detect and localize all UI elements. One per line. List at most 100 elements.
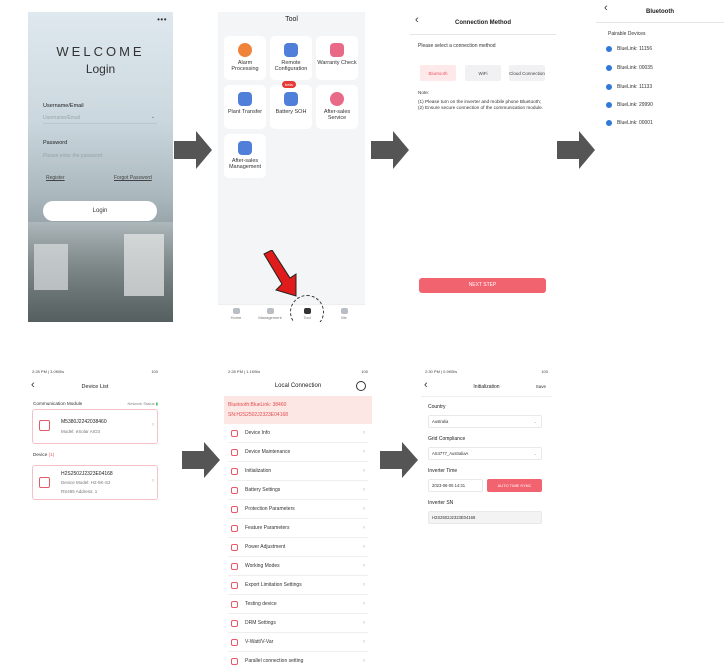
flow-arrow-4 [182, 442, 220, 478]
bluetooth-screen: ‹ Bluetooth Pairable Devices BlueLink: 1… [596, 0, 724, 160]
chevron-right-icon: › [363, 449, 365, 455]
chevron-right-icon: › [152, 422, 154, 428]
grid-compliance-select[interactable]: AS4777_AustraliaA ⌄ [428, 447, 542, 460]
menu-initialization[interactable]: Initialization › [228, 462, 368, 481]
connection-info-banner: Bluetooth:BlueLink: 38460 SN:H2S2502J232… [224, 396, 372, 424]
divider [421, 396, 552, 397]
nav-me[interactable]: Me [332, 308, 356, 320]
inverter-sn-field: H2S2502J2323E04168 [428, 511, 542, 524]
nav-management[interactable]: Management [258, 308, 282, 320]
login-button[interactable]: Login [43, 201, 157, 221]
info-icon [231, 429, 238, 437]
tile-label: After-sales Service [323, 109, 351, 121]
chevron-down-icon[interactable]: ⌄ [151, 114, 155, 120]
password-label: Password [43, 140, 68, 146]
flow-arrow-3 [557, 131, 595, 169]
pointer-arrow-icon [263, 250, 297, 297]
menu-power-adjustment[interactable]: Power Adjustment › [228, 538, 368, 557]
tool-tile-battery-soh[interactable]: beta Battery SOH [270, 81, 312, 129]
menu-drm-settings[interactable]: DRM Settings › [228, 614, 368, 633]
method-cloud[interactable]: Cloud Connection [509, 65, 545, 81]
tile-label: Battery SOH [275, 109, 307, 115]
page-title: Tool [285, 16, 298, 23]
chevron-right-icon: › [363, 487, 365, 493]
menu-testing-device[interactable]: Testing device › [228, 595, 368, 614]
page-title: Local Connection [274, 383, 322, 389]
menu-v-watt-v-var[interactable]: V-Watt/V-Var › [228, 633, 368, 652]
chevron-down-icon: ⌄ [533, 451, 537, 456]
tile-label: Plant Transfer [227, 109, 263, 115]
method-bluetooth[interactable]: Bluetooth [420, 65, 456, 81]
chevron-right-icon: › [363, 563, 365, 569]
connection-note: Note: (1) Please turn on the inverter an… [418, 90, 544, 110]
nav-home[interactable]: Home [224, 308, 248, 320]
tool-tile-after-sales-management[interactable]: After-sales Management [224, 134, 266, 178]
chevron-right-icon: › [363, 639, 365, 645]
bluetooth-device[interactable]: BlueLink: 00035 [606, 65, 653, 71]
menu-protection-parameters[interactable]: Protection Parameters › [228, 500, 368, 519]
method-wifi[interactable]: WiFi [465, 65, 501, 81]
tool-tile-alarm[interactable]: Alarm Processing [224, 36, 266, 80]
chevron-right-icon: › [363, 620, 365, 626]
service-icon [330, 92, 344, 106]
management-icon [238, 141, 252, 155]
divider [596, 22, 724, 23]
chevron-down-icon: ⌄ [533, 419, 537, 424]
bluetooth-device[interactable]: BlueLink: 11156 [606, 46, 652, 52]
menu-feature-parameters[interactable]: Feature Parameters › [228, 519, 368, 538]
flow-arrow-1 [174, 131, 212, 169]
chevron-right-icon: › [363, 430, 365, 436]
bluetooth-device[interactable]: BlueLink: 11133 [606, 84, 652, 90]
local-connection-screen: 2:28 PM | 1.1KB/s 100 Local Connection B… [224, 365, 372, 666]
alarm-icon [238, 43, 252, 57]
module-sn: M5380J2242038460 [61, 419, 107, 425]
password-field[interactable]: Please enter the password [43, 153, 157, 162]
menu-battery-settings[interactable]: Battery Settings › [228, 481, 368, 500]
inverter-time-field[interactable]: 2023-06-05 14:31 [428, 479, 483, 492]
bluetooth-icon [606, 46, 612, 52]
inverter-time-label: Inverter Time [428, 468, 458, 474]
tile-label: Remote Configuration [274, 60, 308, 72]
signal-icon: ▮ [155, 401, 158, 406]
next-step-button[interactable]: NEXT STEP [419, 278, 546, 293]
menu-device-maintenance[interactable]: Device Maintenance › [228, 443, 368, 462]
bluetooth-device[interactable]: BlueLink: 29990 [606, 102, 653, 108]
device-card[interactable]: H2S2502J2323E04168 Device Model: H2-5K-S… [32, 465, 158, 500]
chevron-right-icon: › [363, 525, 365, 531]
bluetooth-icon [606, 102, 612, 108]
auto-time-sync-button[interactable]: AUTO TIME SYNC [487, 479, 542, 492]
tile-label: Warranty Check [317, 60, 357, 66]
divider [410, 34, 556, 35]
battery-icon [284, 92, 298, 106]
bluetooth-icon [606, 84, 612, 90]
maintenance-icon [231, 448, 238, 456]
network-status: Network Status ▮ [127, 401, 158, 406]
tool-tile-after-sales-service[interactable]: After-sales Service [316, 85, 358, 129]
home-icon [232, 308, 240, 314]
power-adjust-icon [231, 543, 238, 551]
tool-tile-plant-transfer[interactable]: Plant Transfer [224, 85, 266, 129]
save-button[interactable]: Save [536, 384, 546, 389]
flow-arrow-5 [380, 442, 418, 478]
country-select[interactable]: Australia ⌄ [428, 415, 542, 428]
register-link[interactable]: Register [46, 175, 65, 181]
tool-screen: Tool Alarm Processing Remote Configurati… [218, 12, 365, 322]
menu-device-info[interactable]: Device Info › [228, 424, 368, 443]
more-menu-icon[interactable]: ••• [157, 15, 167, 24]
menu-working-modes[interactable]: Working Modes › [228, 557, 368, 576]
username-field[interactable]: Username/Email ⌄ [43, 114, 157, 124]
status-bar: 2:28 PM | 3.0KB/s 100 [32, 369, 158, 374]
tool-tile-warranty[interactable]: Warranty Check [316, 36, 358, 80]
warranty-icon [330, 43, 344, 57]
power-icon[interactable] [356, 381, 366, 391]
menu-parallel-connection[interactable]: Parallel connection setting › [228, 652, 368, 666]
remote-config-icon [284, 43, 298, 57]
chevron-right-icon: › [363, 544, 365, 550]
comm-module-card[interactable]: M5380J2242038460 Model: eSolar AIO3 › [32, 409, 158, 444]
menu-export-limitation[interactable]: Export Limitation Settings › [228, 576, 368, 595]
forgot-password-link[interactable]: Forgot Password [114, 175, 152, 181]
page-title: Initialization [473, 384, 500, 390]
tool-tile-remote-config[interactable]: Remote Configuration [270, 36, 312, 80]
bluetooth-device[interactable]: BlueLink: 00001 [606, 120, 653, 126]
working-mode-icon [231, 562, 238, 570]
